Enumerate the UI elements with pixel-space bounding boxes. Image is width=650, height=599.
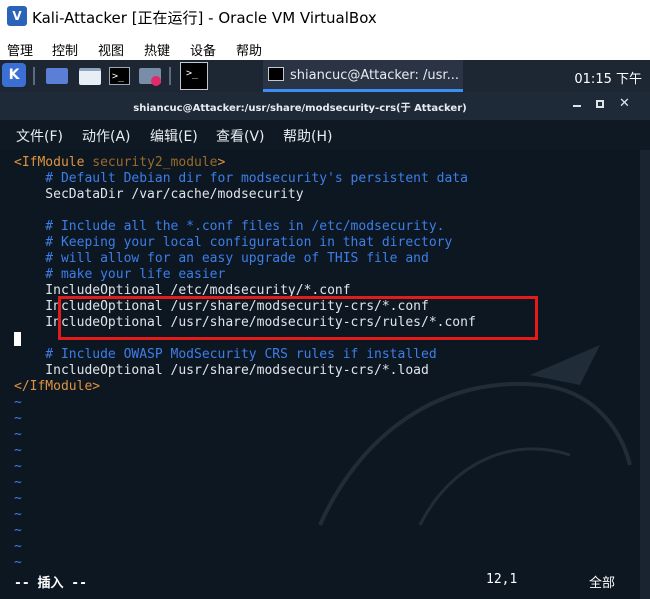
terminal-icon bbox=[268, 67, 284, 81]
empty-line-marker: ~ bbox=[14, 491, 22, 506]
vim-editor[interactable]: <IfModule security2_module> # Default De… bbox=[0, 150, 640, 599]
code-tag: > bbox=[217, 155, 226, 170]
empty-line-marker: ~ bbox=[14, 443, 22, 458]
empty-line-marker: ~ bbox=[14, 427, 22, 442]
menu-hotkeys[interactable]: 热键 bbox=[144, 40, 170, 59]
empty-line-marker: ~ bbox=[14, 395, 22, 410]
window-title: Kali-Attacker [正在运行] - Oracle VM Virtual… bbox=[32, 9, 377, 27]
code-comment: # Include OWASP ModSecurity CRS rules if… bbox=[14, 347, 437, 362]
terminal-title: shiancuc@Attacker:/usr/share/modsecurity… bbox=[133, 103, 467, 114]
code-tag: <IfModule bbox=[14, 155, 93, 170]
kali-top-panel: K >_ >_ shiancuc@Attacker: /usr... 01:15… bbox=[0, 60, 650, 92]
panel-separator bbox=[33, 67, 35, 85]
code-attr: security2_module bbox=[92, 155, 218, 170]
empty-line-marker: ~ bbox=[14, 507, 22, 522]
virtualbox-menu-bar: 管理 控制 视图 热键 设备 帮助 bbox=[0, 34, 650, 60]
vim-mode-indicator: -- 插入 -- bbox=[14, 576, 87, 591]
code-line: <IfModule security2_module> bbox=[14, 155, 225, 171]
highlight-annotation-box bbox=[58, 296, 538, 340]
terminal-scrollbar[interactable] bbox=[640, 150, 650, 599]
menu-action[interactable]: 动作(A) bbox=[82, 126, 131, 146]
kali-menu-icon[interactable]: K bbox=[2, 63, 26, 87]
scroll-indicator: 全部 bbox=[589, 576, 616, 591]
terminal-menu-bar: 文件(F) 动作(A) 编辑(E) 查看(V) 帮助(H) bbox=[0, 120, 650, 150]
code-comment: # Keeping your local configuration in th… bbox=[14, 235, 453, 250]
code-comment: # Default Debian dir for modsecurity's p… bbox=[14, 171, 468, 186]
taskbar-label: shiancuc@Attacker: /usr... bbox=[290, 68, 459, 83]
menu-help[interactable]: 帮助(H) bbox=[283, 126, 332, 146]
panel-separator bbox=[169, 67, 171, 85]
close-icon[interactable]: ✕ bbox=[619, 96, 630, 111]
empty-line-marker: ~ bbox=[14, 523, 22, 538]
menu-manage[interactable]: 管理 bbox=[7, 40, 33, 59]
terminal-launcher-icon[interactable]: >_ bbox=[109, 67, 130, 85]
maximize-button[interactable] bbox=[596, 100, 604, 108]
code-line: SecDataDir /var/cache/modsecurity bbox=[14, 187, 304, 202]
menu-file[interactable]: 文件(F) bbox=[16, 126, 63, 146]
text-cursor bbox=[14, 332, 21, 346]
minimize-button[interactable] bbox=[573, 105, 581, 107]
clock[interactable]: 01:15 下午 bbox=[574, 68, 642, 87]
code-comment: # make your life easier bbox=[14, 267, 226, 282]
code-tag: </IfModule> bbox=[14, 379, 101, 394]
code-line: IncludeOptional /usr/share/modsecurity-c… bbox=[14, 363, 429, 378]
empty-line-marker: ~ bbox=[14, 555, 22, 570]
cursor-position: 12,1 bbox=[486, 572, 518, 587]
empty-line-marker: ~ bbox=[14, 459, 22, 474]
code-comment: # will allow for an easy upgrade of THIS… bbox=[14, 251, 429, 266]
empty-line-marker: ~ bbox=[14, 411, 22, 426]
terminal-title-bar: shiancuc@Attacker:/usr/share/modsecurity… bbox=[0, 92, 650, 120]
menu-help[interactable]: 帮助 bbox=[236, 40, 262, 59]
empty-line-marker: ~ bbox=[14, 539, 22, 554]
menu-edit[interactable]: 编辑(E) bbox=[150, 126, 198, 146]
active-terminal-icon[interactable]: >_ bbox=[180, 62, 208, 90]
file-manager-icon[interactable] bbox=[79, 68, 101, 85]
menu-devices[interactable]: 设备 bbox=[190, 40, 216, 59]
menu-control[interactable]: 控制 bbox=[52, 40, 78, 59]
empty-line-marker: ~ bbox=[14, 475, 22, 490]
menu-view[interactable]: 查看(V) bbox=[216, 126, 265, 146]
workspace-icon[interactable] bbox=[46, 68, 68, 84]
window-title-bar: V Kali-Attacker [正在运行] - Oracle VM Virtu… bbox=[0, 0, 650, 34]
record-dot-icon bbox=[151, 76, 161, 86]
menu-view[interactable]: 视图 bbox=[98, 40, 124, 59]
virtualbox-app-icon: V bbox=[7, 6, 27, 26]
taskbar-terminal-button[interactable]: shiancuc@Attacker: /usr... bbox=[263, 60, 463, 92]
code-comment: # Include all the *.conf files in /etc/m… bbox=[14, 219, 445, 234]
